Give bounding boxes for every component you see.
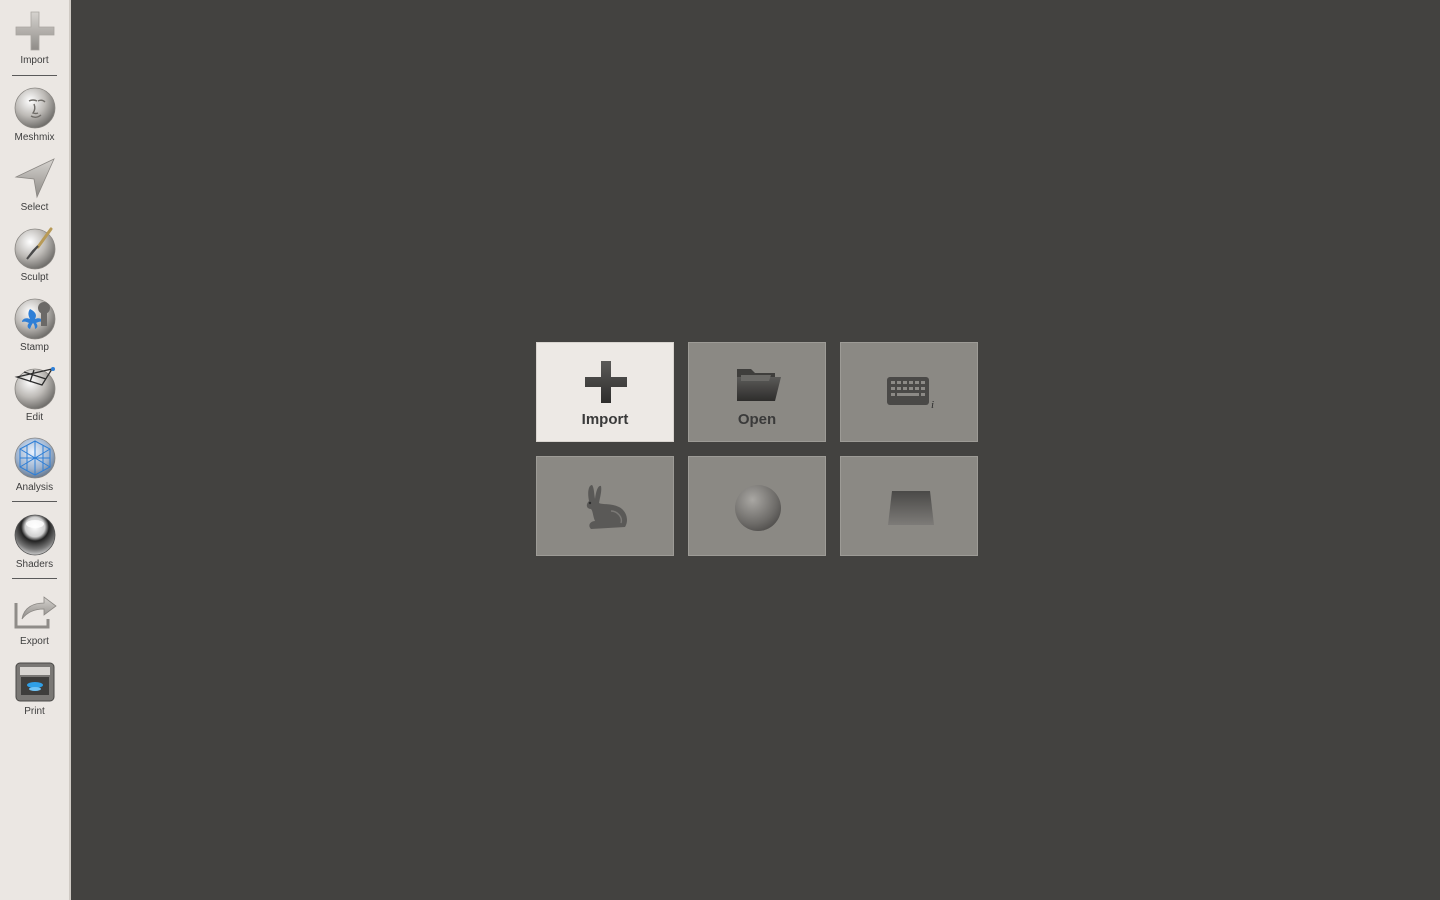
analysis-mesh-sphere-icon xyxy=(14,437,55,479)
sidebar-tool-export[interactable]: Export xyxy=(0,589,69,648)
sidebar-tool-label: Meshmix xyxy=(14,132,55,143)
start-tile-keyboard-shortcuts[interactable]: i xyxy=(840,342,978,442)
meshmix-face-sphere-icon xyxy=(14,87,55,129)
sculpt-brush-sphere-icon xyxy=(14,227,55,270)
start-tile-sphere[interactable] xyxy=(688,456,826,556)
export-arrow-icon xyxy=(14,596,57,629)
sidebar-tool-label: Shaders xyxy=(15,559,54,570)
sidebar-tool-label: Select xyxy=(20,202,49,213)
sidebar-tool-edit[interactable]: Edit xyxy=(0,365,69,424)
tool-sidebar: Import Meshmix Select Sculpt Stamp Edit … xyxy=(0,0,71,900)
plus-icon xyxy=(15,11,54,51)
stamp-sphere-icon xyxy=(14,298,55,340)
select-arrow-icon xyxy=(14,158,55,199)
keyboard-info-icon: i xyxy=(887,377,934,411)
start-tile-plane[interactable] xyxy=(840,456,978,556)
sidebar-tool-label: Export xyxy=(20,636,49,647)
plus-icon xyxy=(585,361,627,403)
sphere-icon xyxy=(735,485,781,531)
sidebar-tool-analysis[interactable]: Analysis xyxy=(0,435,69,494)
sidebar-tool-stamp[interactable]: Stamp xyxy=(0,295,69,354)
sidebar-tool-select[interactable]: Select xyxy=(0,155,69,214)
sidebar-tool-import[interactable]: Import xyxy=(0,8,69,67)
sidebar-tool-sculpt[interactable]: Sculpt xyxy=(0,225,69,284)
start-tile-open[interactable]: Open xyxy=(688,342,826,442)
folder-icon xyxy=(737,369,781,401)
sidebar-tool-print[interactable]: Print xyxy=(0,659,69,718)
shaders-chrome-sphere-icon xyxy=(14,514,55,556)
plane-icon xyxy=(888,491,934,525)
sidebar-tool-label: Import xyxy=(20,55,49,66)
start-tile-label: Import xyxy=(581,411,629,428)
printer-icon xyxy=(15,662,54,702)
start-tile-import[interactable]: Import xyxy=(536,342,674,442)
3d-viewport[interactable]: Import Open i xyxy=(71,0,1440,900)
sidebar-tool-label: Sculpt xyxy=(20,272,49,283)
sidebar-separator xyxy=(12,578,57,579)
sidebar-tool-label: Print xyxy=(24,706,45,717)
bunny-icon xyxy=(586,485,627,529)
sidebar-separator xyxy=(12,75,57,76)
svg-text:i: i xyxy=(931,399,934,411)
sidebar-tool-label: Analysis xyxy=(15,482,54,493)
sidebar-tool-label: Stamp xyxy=(20,342,49,353)
sidebar-tool-meshmix[interactable]: Meshmix xyxy=(0,85,69,144)
sidebar-tool-shaders[interactable]: Shaders xyxy=(0,512,69,571)
start-tile-bunny[interactable] xyxy=(536,456,674,556)
sidebar-separator xyxy=(12,501,57,502)
sidebar-tool-label: Edit xyxy=(25,412,44,423)
edit-wireframe-sphere-icon xyxy=(14,367,55,410)
start-tile-label: Open xyxy=(737,411,777,428)
